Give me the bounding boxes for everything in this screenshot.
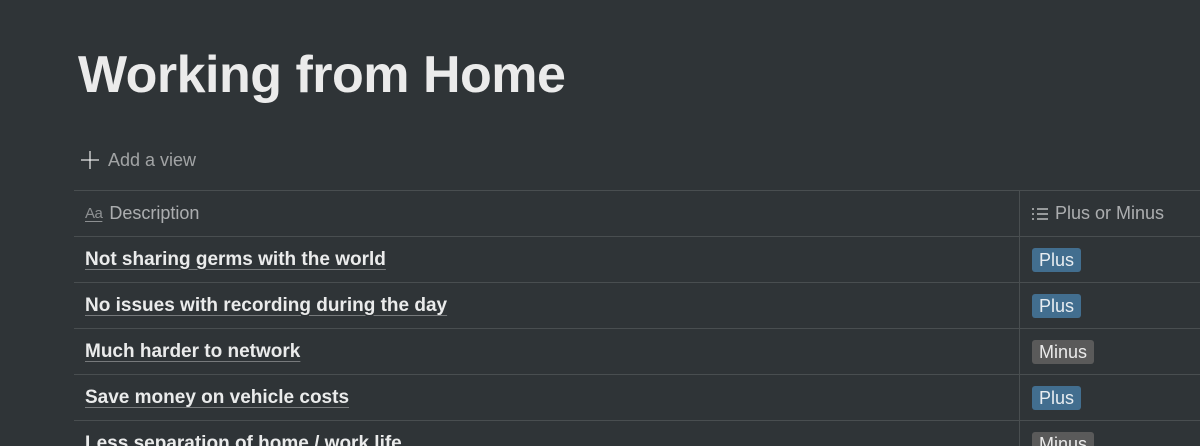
tag-cell[interactable]: Minus [1020, 421, 1200, 446]
description-cell[interactable]: Much harder to network [74, 329, 1020, 374]
add-view-button[interactable]: Add a view [80, 145, 196, 175]
description-cell[interactable]: Not sharing germs with the world [74, 237, 1020, 282]
description-cell[interactable]: Save money on vehicle costs [74, 375, 1020, 420]
description-cell[interactable]: No issues with recording during the day [74, 283, 1020, 328]
table-row[interactable]: Much harder to network Minus [74, 328, 1200, 374]
table-row[interactable]: Not sharing germs with the world Plus [74, 236, 1200, 282]
row-title[interactable]: Much harder to network [85, 341, 300, 363]
minus-tag: Minus [1032, 339, 1095, 364]
plus-icon [80, 150, 100, 170]
column-header-label: Plus or Minus [1055, 203, 1165, 223]
page: Working from Home Add a view Aa Descript… [0, 0, 1200, 446]
table-row[interactable]: Less separation of home / work life Minu… [74, 420, 1200, 446]
tag-cell[interactable]: Minus [1020, 329, 1200, 374]
row-title[interactable]: Save money on vehicle costs [85, 387, 349, 409]
database-table: Aa Description Plus or Minus Not sharing… [74, 190, 1200, 446]
table-row[interactable]: Save money on vehicle costs Plus [74, 374, 1200, 420]
table-row[interactable]: No issues with recording during the day … [74, 282, 1200, 328]
tag-cell[interactable]: Plus [1020, 237, 1200, 282]
text-property-icon: Aa [85, 205, 103, 222]
row-title[interactable]: No issues with recording during the day [85, 295, 447, 317]
add-view-label: Add a view [108, 149, 197, 170]
list-property-icon [1032, 207, 1048, 221]
plus-tag: Plus [1032, 385, 1082, 410]
table-header: Aa Description Plus or Minus [74, 190, 1200, 236]
tag-cell[interactable]: Plus [1020, 375, 1200, 420]
column-header-plus-or-minus[interactable]: Plus or Minus [1020, 191, 1200, 236]
column-header-label: Description [109, 203, 200, 223]
plus-tag: Plus [1032, 293, 1082, 318]
row-title[interactable]: Less separation of home / work life [85, 433, 402, 446]
column-header-description[interactable]: Aa Description [74, 191, 1020, 236]
description-cell[interactable]: Less separation of home / work life [74, 421, 1020, 446]
minus-tag: Minus [1032, 431, 1095, 446]
tag-cell[interactable]: Plus [1020, 283, 1200, 328]
plus-tag: Plus [1032, 247, 1082, 272]
page-title: Working from Home [78, 46, 566, 104]
row-title[interactable]: Not sharing germs with the world [85, 249, 386, 271]
